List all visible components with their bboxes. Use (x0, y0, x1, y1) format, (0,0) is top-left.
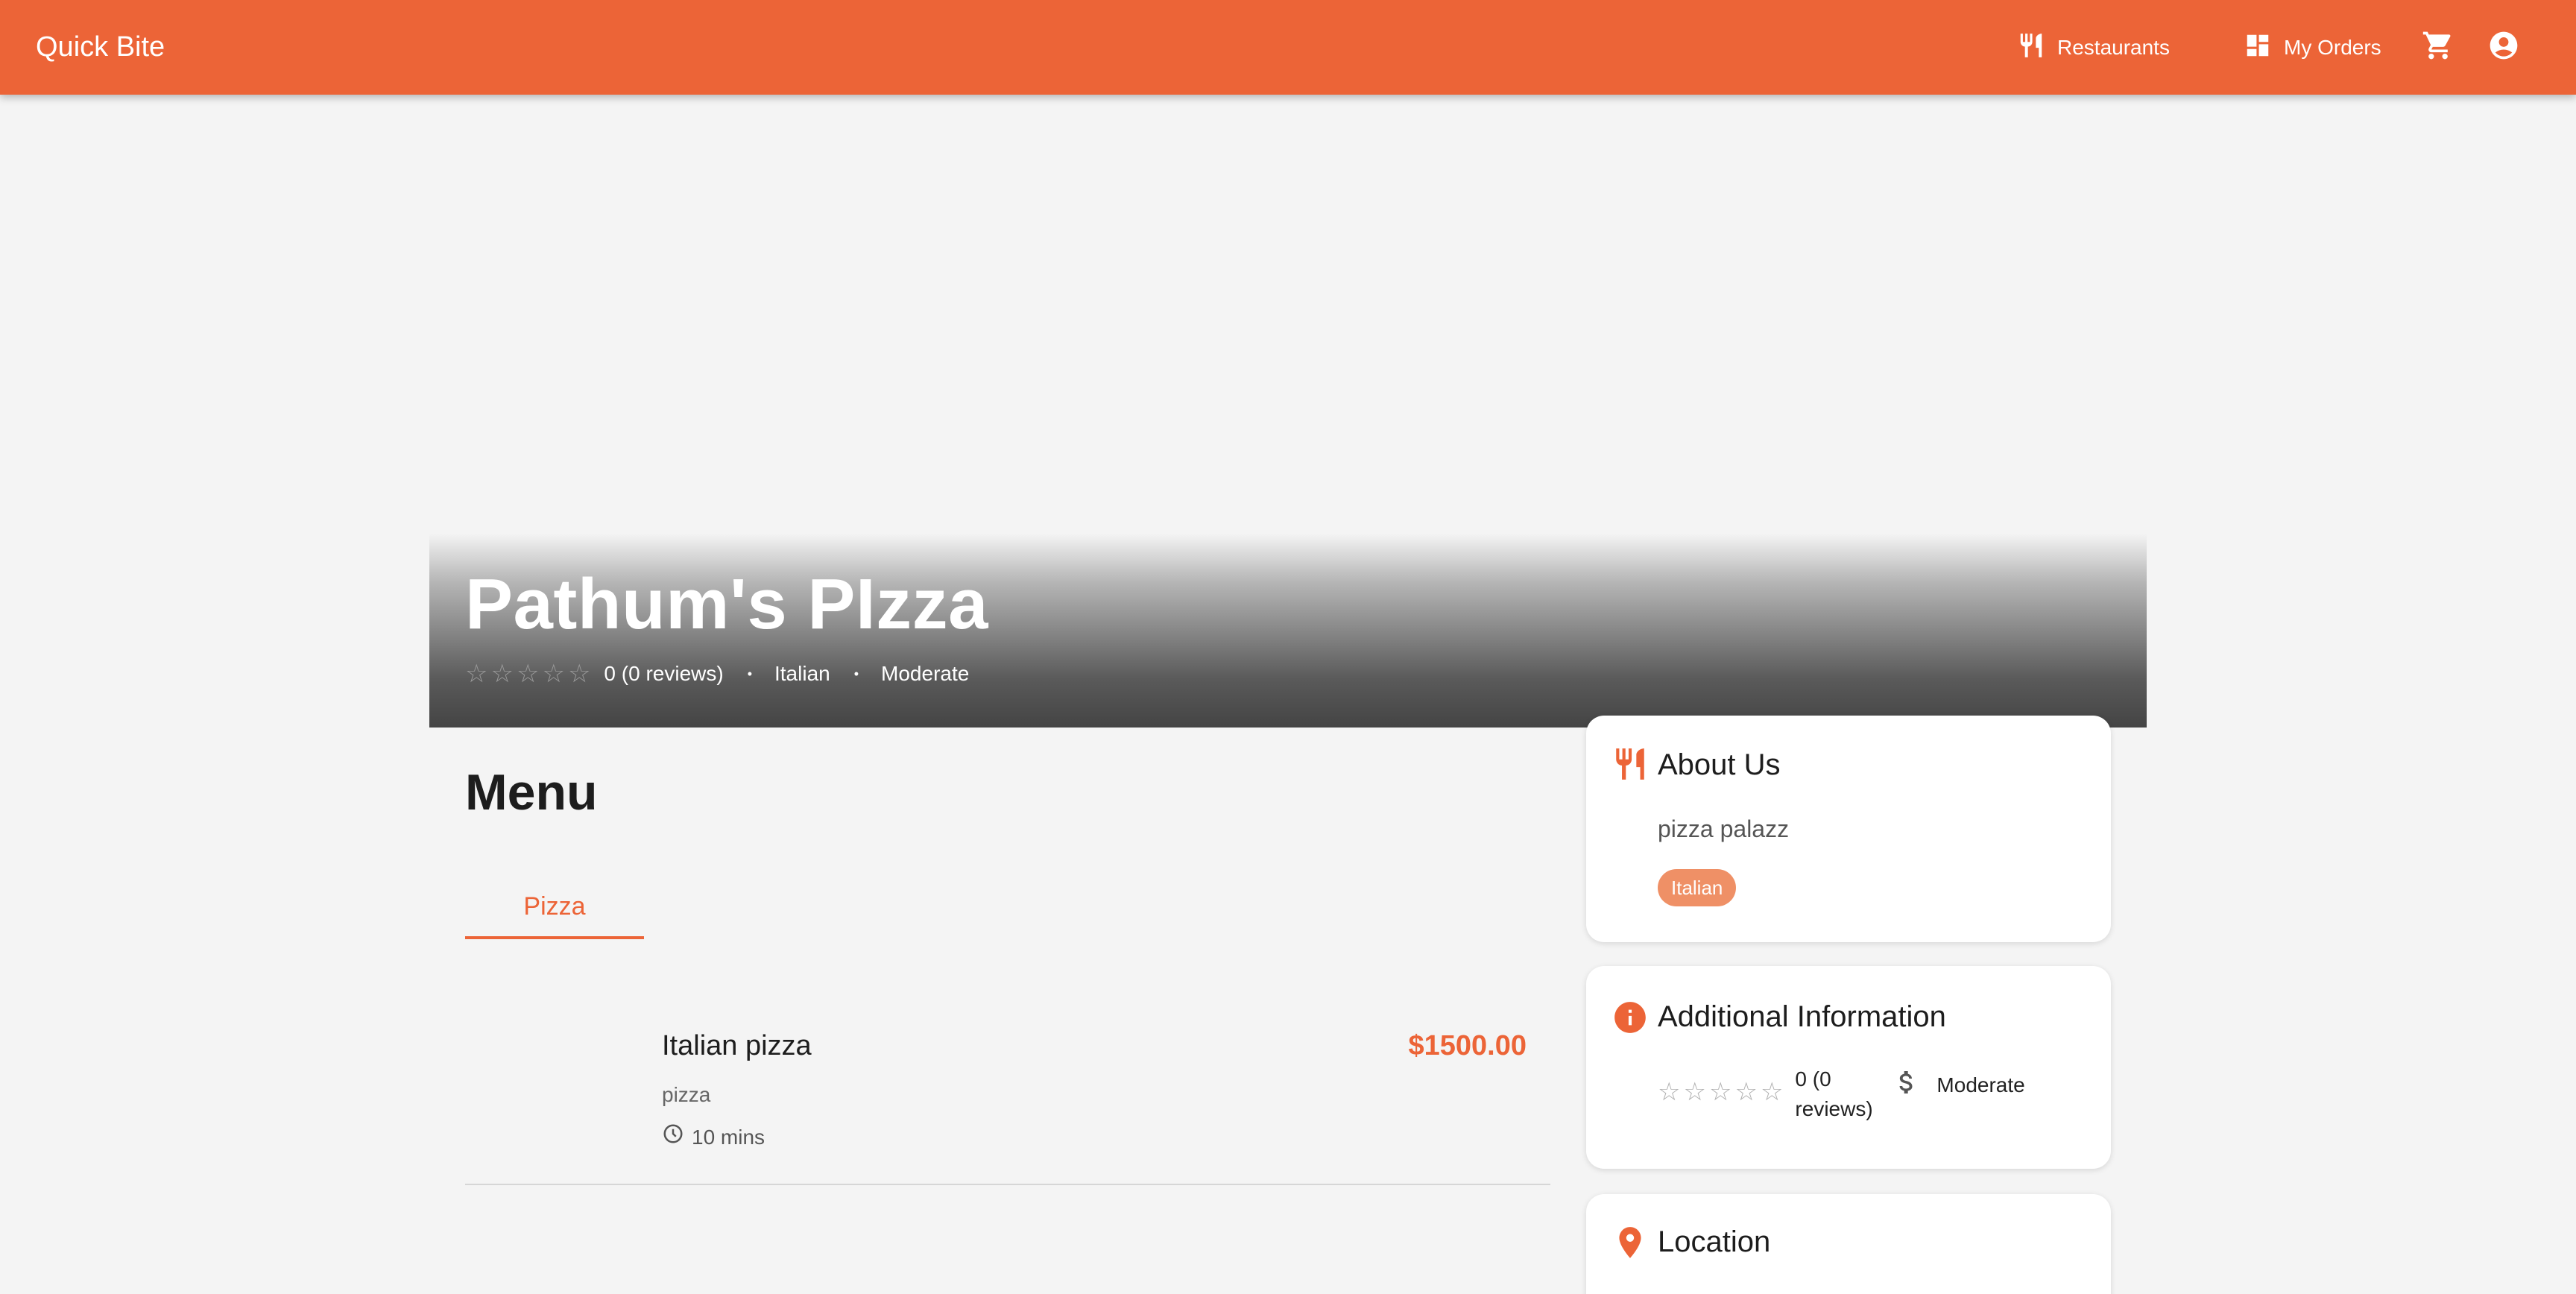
nav-restaurants-button[interactable]: Restaurants (2017, 27, 2170, 69)
cuisine-chip: Italian (1658, 869, 1737, 906)
account-circle-icon (2487, 29, 2520, 66)
clock-icon (662, 1123, 684, 1152)
menu-item-price: $1500.00 (1408, 1030, 1527, 1061)
dashboard-icon (2244, 31, 2272, 65)
additional-info-card: Additional Information ☆ ☆ ☆ ☆ ☆ 0 (0 re… (1586, 966, 2111, 1169)
rating-stars: ☆ ☆ ☆ ☆ ☆ (1658, 1079, 1783, 1105)
star-icon: ☆ (1708, 1078, 1732, 1106)
menu-item-name: Italian pizza (662, 1030, 812, 1061)
about-description: pizza palazz (1658, 815, 1790, 842)
cart-button[interactable] (2419, 28, 2457, 66)
star-icon: ☆ (1734, 1078, 1758, 1106)
rating-stars: ☆ ☆ ☆ ☆ ☆ (465, 661, 590, 687)
star-icon: ☆ (1658, 1078, 1681, 1106)
location-title: Location (1658, 1225, 1771, 1258)
restaurant-hero: Pathum's PIzza ☆ ☆ ☆ ☆ ☆ 0 (0 reviews) •… (429, 534, 2147, 728)
star-icon: ☆ (516, 660, 540, 688)
star-icon: ☆ (490, 660, 514, 688)
dollar-icon (1892, 1067, 1922, 1097)
nav-restaurants-label: Restaurants (2057, 36, 2170, 59)
prep-time-label: 10 mins (692, 1126, 765, 1149)
price-range-label: Moderate (881, 662, 970, 685)
nav-my-orders-label: My Orders (2284, 36, 2381, 59)
utensils-icon (1611, 745, 1649, 783)
rating-text: 0 (0 reviews) (604, 662, 724, 685)
star-icon: ☆ (542, 660, 565, 688)
menu-item-description: pizza (662, 1083, 711, 1106)
star-icon: ☆ (1683, 1078, 1706, 1106)
separator-dot: • (853, 666, 859, 681)
menu-item[interactable]: Italian pizza $1500.00 pizza 10 mins (465, 991, 1550, 1185)
menu-item-prep-time: 10 mins (662, 1123, 765, 1152)
app-bar: Quick Bite Restaurants My Orders (0, 0, 2576, 95)
nav-my-orders-button[interactable]: My Orders (2244, 27, 2381, 69)
about-card: About Us pizza palazz Italian (1586, 716, 2111, 942)
restaurant-name: Pathum's PIzza (465, 564, 989, 644)
cuisine-label: Italian (774, 662, 830, 685)
brand-logo[interactable]: Quick Bite (36, 28, 165, 66)
utensils-icon (2017, 31, 2045, 65)
separator-dot: • (747, 666, 752, 681)
account-button[interactable] (2485, 28, 2522, 66)
additional-info-row: ☆ ☆ ☆ ☆ ☆ 0 (0 reviews) Moderate (1658, 1064, 2025, 1124)
info-icon (1611, 999, 1649, 1036)
star-icon: ☆ (1760, 1078, 1784, 1106)
menu-title: Menu (465, 764, 598, 821)
location-pin-icon (1611, 1224, 1649, 1261)
reviews-count: 0 (0 reviews) (1795, 1067, 1873, 1120)
additional-info-title: Additional Information (1658, 1000, 1946, 1033)
price-range-value: Moderate (1936, 1073, 2025, 1096)
star-icon: ☆ (465, 660, 488, 688)
cart-icon (2422, 29, 2455, 66)
tab-pizza[interactable]: Pizza (465, 877, 644, 939)
about-title: About Us (1658, 748, 1781, 781)
star-icon: ☆ (567, 660, 591, 688)
restaurant-meta: ☆ ☆ ☆ ☆ ☆ 0 (0 reviews) • Italian • Mode… (465, 659, 969, 689)
location-card: Location (1586, 1194, 2111, 1294)
